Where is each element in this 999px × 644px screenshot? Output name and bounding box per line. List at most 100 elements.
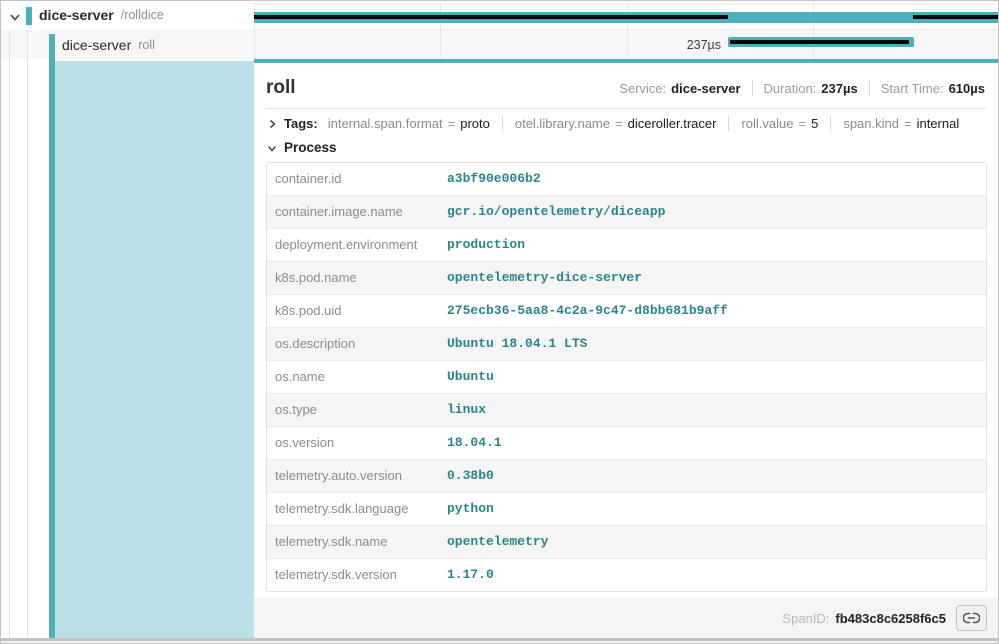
tag-item: internal.span.format = proto	[328, 116, 490, 131]
tags-summary[interactable]: Tags: internal.span.format = proto otel.li…	[266, 109, 987, 137]
tag-item: span.kind = internal	[843, 116, 959, 131]
child-span-marker	[913, 15, 999, 19]
span-operation-name: /rolldice	[121, 8, 164, 22]
tag-value: 5	[811, 116, 818, 131]
process-key: container.image.name	[267, 196, 439, 229]
start-time-label: Start Time:	[881, 81, 944, 96]
process-value: production	[439, 229, 986, 262]
table-row: telemetry.auto.version0.38b0	[267, 460, 986, 493]
process-value: 0.38b0	[439, 460, 986, 493]
tag-value: proto	[460, 116, 490, 131]
selected-span-highlight[interactable]	[55, 61, 254, 638]
service-label: Service:	[619, 81, 666, 96]
tag-separator	[502, 116, 503, 131]
tags-section-label: Tags:	[284, 116, 318, 131]
process-key: telemetry.sdk.language	[267, 493, 439, 526]
tag-value: diceroller.tracer	[628, 116, 717, 131]
process-key: os.name	[267, 361, 439, 394]
span-row-label: dice-server roll	[62, 30, 155, 59]
table-row: container.image.namegcr.io/opentelemetry…	[267, 196, 986, 229]
child-span-marker	[254, 15, 728, 19]
process-key: telemetry.sdk.version	[267, 559, 439, 592]
table-row: os.descriptionUbuntu 18.04.1 LTS	[267, 328, 986, 361]
span-row-roll[interactable]: dice-server roll 237µs	[1, 30, 999, 59]
process-key: k8s.pod.name	[267, 262, 439, 295]
process-value: gcr.io/opentelemetry/diceapp	[439, 196, 986, 229]
self-time-marker	[730, 40, 909, 44]
chevron-right-icon	[266, 118, 278, 130]
span-footer: SpanID: fb483c8c6258f6c5	[254, 598, 999, 638]
process-key: telemetry.auto.version	[267, 460, 439, 493]
process-key: container.id	[267, 163, 439, 196]
tag-key: internal.span.format	[328, 116, 443, 131]
tag-key: otel.library.name	[515, 116, 610, 131]
span-service-name: dice-server	[62, 37, 131, 53]
span-bar-roll[interactable]	[728, 37, 914, 47]
process-value: a3bf90e006b2	[439, 163, 986, 196]
meta-separator	[752, 80, 753, 96]
span-color-bar	[49, 34, 55, 638]
span-detail-meta: Service: dice-server Duration: 237µs Sta…	[619, 80, 985, 96]
process-value: 18.04.1	[439, 427, 986, 460]
spanid-value: fb483c8c6258f6c5	[835, 611, 946, 626]
spanid-label: SpanID:	[782, 611, 829, 626]
span-row-label: dice-server /rolldice	[39, 1, 164, 29]
process-value: Ubuntu	[439, 361, 986, 394]
span-operation-name: roll	[138, 38, 155, 52]
table-row: telemetry.sdk.version1.17.0	[267, 559, 986, 592]
process-value: Ubuntu 18.04.1 LTS	[439, 328, 986, 361]
process-key: deployment.environment	[267, 229, 439, 262]
process-value: linux	[439, 394, 986, 427]
tag-value: internal	[917, 116, 960, 131]
chevron-down-icon	[266, 142, 278, 154]
service-value: dice-server	[671, 81, 740, 96]
process-value: python	[439, 493, 986, 526]
tag-key: roll.value	[741, 116, 793, 131]
span-duration-label: 237µs	[601, 30, 721, 59]
duration-value: 237µs	[821, 81, 857, 96]
tag-equals: =	[615, 116, 623, 131]
process-table: container.ida3bf90e006b2 container.image…	[266, 162, 987, 592]
meta-separator	[869, 80, 870, 96]
tag-item: roll.value = 5	[741, 116, 818, 131]
process-section-header[interactable]: Process	[266, 140, 987, 155]
indent-guide	[27, 30, 28, 638]
service-color-chip	[26, 7, 32, 25]
table-row: os.typelinux	[267, 394, 986, 427]
process-key: os.version	[267, 427, 439, 460]
tag-equals: =	[448, 116, 456, 131]
span-detail-header: roll Service: dice-server Duration: 237µ…	[254, 63, 999, 108]
process-value: 275ecb36-5aa8-4c2a-9c47-d8bb681b9aff	[439, 295, 986, 328]
jaeger-trace-view: dice-server /rolldice dice-server roll 2…	[0, 0, 999, 644]
duration-label: Duration:	[764, 81, 817, 96]
link-icon	[963, 612, 980, 624]
tag-separator	[830, 116, 831, 131]
tag-equals: =	[904, 116, 912, 131]
deep-link-button[interactable]	[956, 605, 987, 631]
table-row: container.ida3bf90e006b2	[267, 163, 986, 196]
process-section-label: Process	[284, 140, 337, 155]
table-row: deployment.environmentproduction	[267, 229, 986, 262]
tag-separator	[728, 116, 729, 131]
collapse-chevron-icon[interactable]	[7, 9, 23, 25]
table-row: k8s.pod.nameopentelemetry-dice-server	[267, 262, 986, 295]
span-row-rolldice[interactable]: dice-server /rolldice	[1, 1, 999, 29]
process-key: os.type	[267, 394, 439, 427]
indent-guide	[9, 30, 10, 638]
process-key: k8s.pod.uid	[267, 295, 439, 328]
span-detail-panel: roll Service: dice-server Duration: 237µ…	[254, 59, 999, 638]
process-value: opentelemetry	[439, 526, 986, 559]
tag-key: span.kind	[843, 116, 899, 131]
span-bar-rolldice[interactable]	[254, 12, 999, 23]
span-detail-title: roll	[266, 77, 296, 99]
process-key: telemetry.sdk.name	[267, 526, 439, 559]
tag-item: otel.library.name = diceroller.tracer	[515, 116, 717, 131]
span-service-name: dice-server	[39, 7, 114, 23]
table-row: os.version18.04.1	[267, 427, 986, 460]
tag-equals: =	[799, 116, 807, 131]
process-key: os.description	[267, 328, 439, 361]
table-row: k8s.pod.uid275ecb36-5aa8-4c2a-9c47-d8bb6…	[267, 295, 986, 328]
start-time-value: 610µs	[949, 81, 985, 96]
process-value: 1.17.0	[439, 559, 986, 592]
table-row: telemetry.sdk.nameopentelemetry	[267, 526, 986, 559]
